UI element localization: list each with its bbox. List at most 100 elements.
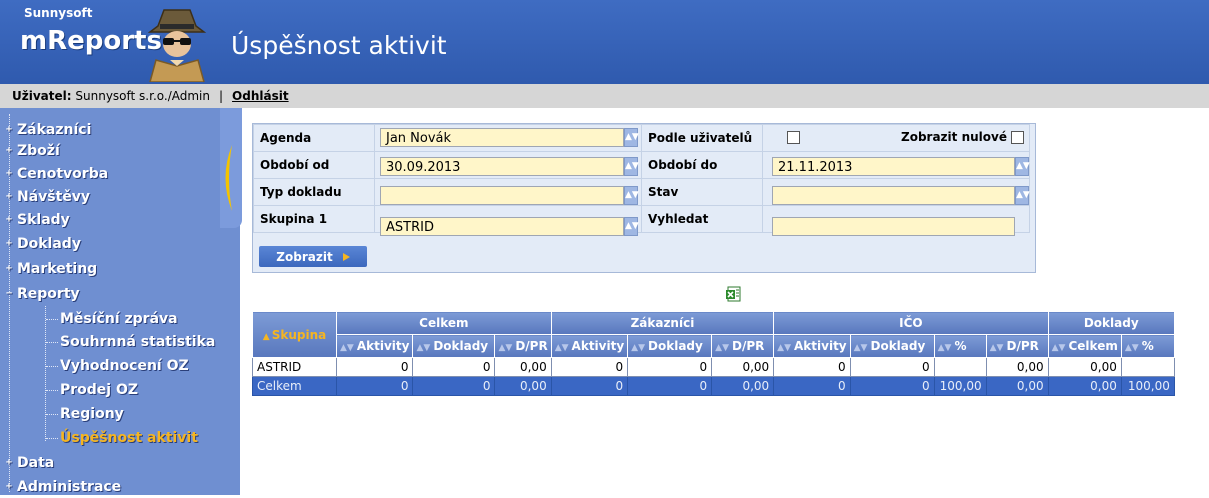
tree-branch	[46, 390, 58, 391]
total-cell: 0	[627, 376, 713, 396]
tree-branch	[46, 366, 58, 367]
table-cell: 0	[773, 357, 851, 377]
expand-plus-icon[interactable]: +	[4, 192, 14, 202]
by-users-checkbox[interactable]	[787, 131, 800, 144]
expand-plus-icon[interactable]: +	[4, 169, 14, 179]
collapse-arrow-icon[interactable]	[217, 143, 235, 213]
col-header-label: D/PR	[732, 339, 765, 353]
agenda-label: Agenda	[253, 124, 375, 152]
collapse-minus-icon[interactable]: −	[4, 289, 14, 299]
col-header[interactable]: ▲▼ Doklady	[849, 334, 935, 358]
sidebar-item-zbozi[interactable]: + Zboží	[4, 140, 60, 162]
sort-icon: ▲▼	[554, 343, 569, 353]
sidebar-item-label: Zboží	[17, 143, 60, 159]
group1-label: Skupina 1	[253, 205, 375, 233]
tree-branch	[46, 342, 58, 343]
group1-select[interactable]: ASTRID	[380, 217, 624, 236]
sort-icon: ▲▼	[416, 343, 431, 353]
vendor-name: Sunnysoft	[24, 6, 93, 20]
col-header[interactable]: ▲▼ D/PR	[494, 334, 552, 358]
period-to-dropdown-icon[interactable]: ▲▼	[1015, 157, 1030, 176]
table-row[interactable]: ASTRID 0 0 0,00 0 0 0,00 0 0 0,00 0,00	[252, 357, 1175, 377]
logout-link[interactable]: Odhlásit	[232, 89, 289, 103]
by-users-label: Podle uživatelů	[641, 124, 763, 152]
app-header: Sunnysoft mReports Úspěšnost aktivit	[0, 0, 1209, 84]
table-cell: 0	[550, 357, 629, 377]
sidebar-item-doklady[interactable]: + Doklady	[4, 233, 81, 255]
sidebar-item-cenotvorba[interactable]: + Cenotvorba	[4, 163, 108, 185]
col-header[interactable]: ▲▼ Doklady	[627, 334, 713, 358]
col-header[interactable]: ▲▼ Doklady	[412, 334, 496, 358]
col-header[interactable]: ▲▼ Aktivity	[335, 334, 414, 358]
group-header-doklady: Doklady	[1047, 311, 1175, 335]
sidebar-item-sklady[interactable]: + Sklady	[4, 209, 70, 231]
agenda-dropdown-icon[interactable]: ▲▼	[624, 128, 639, 147]
sort-icon: ▲▼	[1124, 343, 1139, 353]
expand-plus-icon[interactable]: +	[4, 264, 14, 274]
user-value: Sunnysoft s.r.o./Admin	[75, 89, 210, 103]
doc-type-dropdown-icon[interactable]: ▲▼	[624, 186, 639, 205]
spy-mascot-icon	[147, 9, 207, 82]
sidebar-subitem-uspesnost-aktivit[interactable]: Úspěšnost aktivit	[60, 427, 198, 449]
sidebar-subitem-prodej-oz[interactable]: Prodej OZ	[60, 379, 138, 401]
app-logo-text: mReports	[20, 26, 162, 56]
show-zero-checkbox[interactable]	[1011, 131, 1024, 144]
tree-branch	[46, 414, 58, 415]
sort-icon: ▲▼	[937, 343, 952, 353]
agenda-select[interactable]: Jan Novák	[380, 128, 624, 147]
sidebar-item-data[interactable]: + Data	[4, 452, 54, 474]
expand-plus-icon[interactable]: +	[4, 215, 14, 225]
row-name: ASTRID	[252, 357, 337, 377]
col-header-label: %	[954, 339, 967, 353]
play-arrow-icon	[342, 252, 350, 261]
expand-plus-icon[interactable]: +	[4, 146, 14, 156]
sort-icon: ▲▼	[989, 343, 1004, 353]
col-header-label: Aktivity	[794, 339, 847, 353]
show-button[interactable]: Zobrazit	[259, 246, 367, 267]
total-cell: 0	[849, 376, 935, 396]
total-cell: 0	[773, 376, 851, 396]
sidebar-item-reporty[interactable]: − Reporty	[4, 283, 80, 305]
sort-icon: ▲▼	[715, 343, 730, 353]
total-cell: 0,00	[1047, 376, 1122, 396]
sort-asc-icon: ▲	[262, 331, 270, 342]
search-input[interactable]	[772, 217, 1015, 236]
doc-type-select[interactable]	[380, 186, 624, 205]
sidebar-item-navstevy[interactable]: + Návštěvy	[4, 186, 90, 208]
col-header[interactable]: ▲▼%	[1120, 334, 1175, 358]
expand-plus-icon[interactable]: +	[4, 239, 14, 249]
period-from-dropdown-icon[interactable]: ▲▼	[624, 157, 639, 176]
group1-dropdown-icon[interactable]: ▲▼	[624, 217, 639, 236]
state-dropdown-icon[interactable]: ▲▼	[1015, 186, 1030, 205]
sidebar-subitem-souhrnna-statistika[interactable]: Souhrnná statistika	[60, 331, 215, 353]
col-header[interactable]: ▲▼ Aktivity	[773, 334, 851, 358]
col-header[interactable]: ▲▼ Celkem	[1047, 334, 1122, 358]
total-cell: 0,00	[711, 376, 775, 396]
tree-guide-sub	[45, 306, 46, 441]
period-to-field[interactable]: 21.11.2013	[772, 157, 1015, 176]
expand-plus-icon[interactable]: +	[4, 458, 14, 468]
sidebar-subitem-mesicni-zprava[interactable]: Měsíční zpráva	[60, 308, 178, 330]
col-header[interactable]: ▲▼ D/PR	[985, 334, 1049, 358]
user-info: Uživatel: Sunnysoft s.r.o./Admin | Odhlási…	[12, 89, 289, 103]
sidebar-subitem-regiony[interactable]: Regiony	[60, 403, 124, 425]
sidebar-subitem-label: Úspěšnost aktivit	[60, 430, 198, 446]
excel-export-icon[interactable]	[725, 286, 741, 302]
expand-plus-icon[interactable]: +	[4, 482, 14, 492]
sidebar-item-label: Reporty	[17, 286, 80, 302]
sidebar-subitem-vyhodnoceni-oz[interactable]: Vyhodnocení OZ	[60, 355, 189, 377]
separator: |	[219, 89, 224, 103]
sidebar-item-marketing[interactable]: + Marketing	[4, 258, 97, 280]
table-cell	[933, 357, 987, 377]
col-header[interactable]: ▲▼ Aktivity	[550, 334, 629, 358]
col-header[interactable]: ▲▼ D/PR	[711, 334, 775, 358]
state-select[interactable]	[772, 186, 1015, 205]
group-key-header[interactable]: ▲ Skupina	[252, 311, 337, 358]
total-cell: 0	[550, 376, 629, 396]
period-from-field[interactable]: 30.09.2013	[380, 157, 624, 176]
total-cell: 0	[335, 376, 414, 396]
col-header[interactable]: ▲▼%	[933, 334, 987, 358]
col-header-label: Aktivity	[571, 339, 625, 353]
expand-plus-icon[interactable]: +	[4, 125, 14, 135]
sidebar-item-zakaznici[interactable]: + Zákazníci	[4, 119, 91, 141]
